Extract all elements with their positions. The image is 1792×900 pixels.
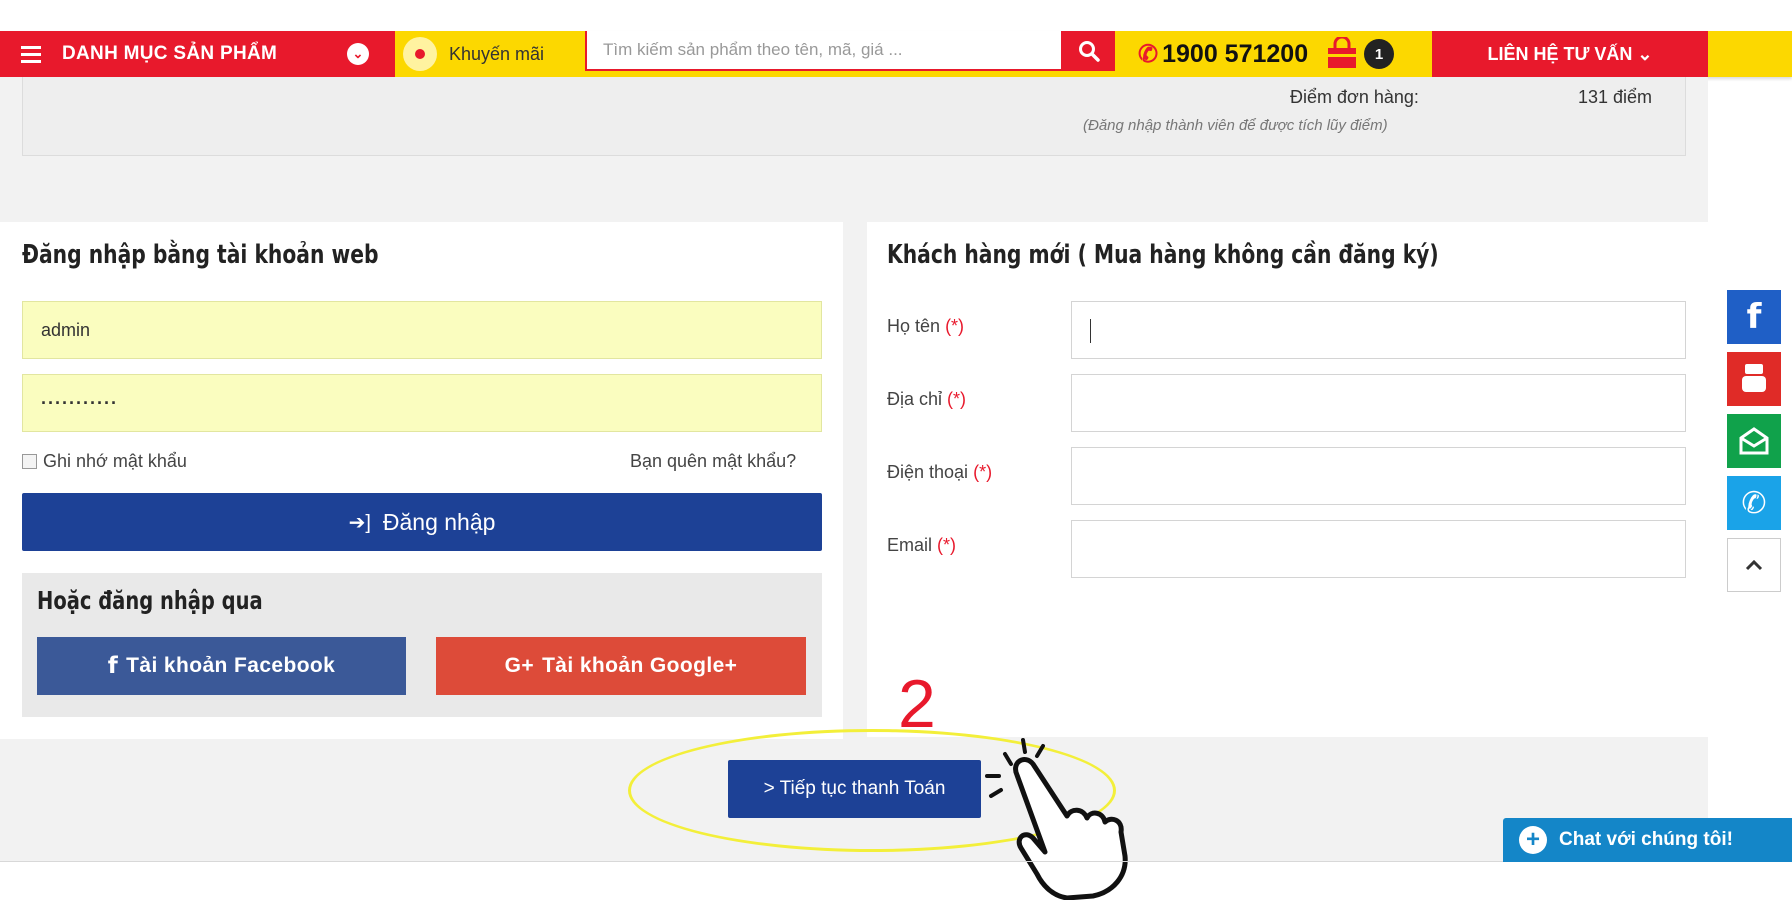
chat-button[interactable]: + Chat với chúng tôi!	[1503, 818, 1792, 862]
google-plus-icon: G+	[504, 654, 535, 677]
google-login-button[interactable]: G+ Tài khoản Google+	[436, 637, 806, 695]
google-login-label: Tài khoản Google+	[542, 654, 738, 677]
phone-input[interactable]	[1071, 447, 1686, 505]
phone-call-button[interactable]: ✆	[1727, 476, 1781, 530]
promotion-label: Khuyến mãi	[449, 43, 545, 64]
category-menu-label: DANH MỤC SẢN PHẨM	[62, 43, 278, 64]
category-menu-button[interactable]: DANH MỤC SẢN PHẨM ⌄	[0, 31, 395, 77]
facebook-icon: f	[107, 653, 119, 679]
youtube-button[interactable]	[1727, 352, 1781, 406]
address-label: Địa chỉ (*)	[887, 389, 967, 409]
chat-label: Chat với chúng tôi!	[1559, 829, 1733, 850]
search-icon	[1079, 41, 1100, 62]
login-title: Đăng nhập bằng tài khoản web	[22, 240, 379, 270]
top-navigation-bar: DANH MỤC SẢN PHẨM ⌄ Khuyến mãi ✆ 1900 57…	[0, 31, 1792, 77]
login-button[interactable]: ➔] Đăng nhập	[22, 493, 822, 551]
shopping-bag-icon[interactable]	[1325, 37, 1359, 69]
plus-icon: +	[1519, 826, 1547, 854]
cart-count-badge: 1	[1364, 39, 1394, 69]
order-points-box	[22, 77, 1686, 156]
order-points-note: (Đăng nhập thành viên để được tích lũy đ…	[1083, 117, 1388, 134]
promo-dot-icon	[403, 37, 437, 71]
phone-icon: ✆	[1138, 40, 1159, 68]
fullname-label: Họ tên (*)	[887, 316, 965, 336]
chevron-down-icon: ⌄	[347, 43, 369, 65]
continue-checkout-button[interactable]: > Tiếp tục thanh Toán	[728, 760, 981, 818]
facebook-icon: f	[1746, 297, 1762, 337]
username-field[interactable]: admin	[22, 301, 822, 359]
search-button[interactable]	[1063, 31, 1115, 71]
hotline[interactable]: ✆ 1900 571200	[1138, 31, 1308, 77]
scroll-top-icon	[1745, 559, 1763, 571]
fullname-input[interactable]	[1071, 301, 1686, 359]
search-input[interactable]	[603, 40, 1061, 60]
remember-checkbox[interactable]	[22, 454, 37, 469]
new-customer-title: Khách hàng mới ( Mua hàng không cần đăng…	[887, 240, 1439, 270]
youtube-icon	[1742, 364, 1766, 392]
address-input[interactable]	[1071, 374, 1686, 432]
search-box	[585, 31, 1063, 71]
phone-label: Điện thoại (*)	[887, 462, 993, 482]
pointing-hand-icon	[985, 738, 1128, 900]
login-button-label: Đăng nhập	[382, 508, 496, 535]
sign-in-icon: ➔]	[348, 511, 371, 534]
remember-label: Ghi nhớ mật khẩu	[43, 451, 187, 471]
facebook-share-button[interactable]: f	[1727, 290, 1781, 344]
facebook-login-button[interactable]: f Tài khoản Facebook	[37, 637, 406, 695]
forgot-password-link[interactable]: Bạn quên mật khẩu?	[630, 451, 796, 472]
hamburger-icon	[0, 44, 62, 65]
phone-icon: ✆	[1741, 486, 1767, 520]
promotion-link[interactable]: Khuyến mãi	[395, 31, 585, 77]
password-field[interactable]: ···········	[22, 374, 822, 432]
order-points-value: 131 điểm	[1578, 87, 1653, 107]
social-login-title: Hoặc đăng nhập qua	[37, 586, 263, 615]
contact-consult-button[interactable]: LIÊN HỆ TƯ VẤN ⌄	[1432, 31, 1708, 77]
hotline-number: 1900 571200	[1162, 39, 1309, 68]
order-points-label: Điểm đơn hàng:	[1290, 87, 1419, 107]
facebook-login-label: Tài khoản Facebook	[126, 654, 336, 677]
email-input[interactable]	[1071, 520, 1686, 578]
email-label: Email (*)	[887, 535, 957, 555]
email-icon	[1739, 427, 1769, 455]
scroll-top-button[interactable]	[1727, 538, 1781, 592]
remember-password[interactable]: Ghi nhớ mật khẩu	[22, 451, 187, 472]
email-button[interactable]	[1727, 414, 1781, 468]
